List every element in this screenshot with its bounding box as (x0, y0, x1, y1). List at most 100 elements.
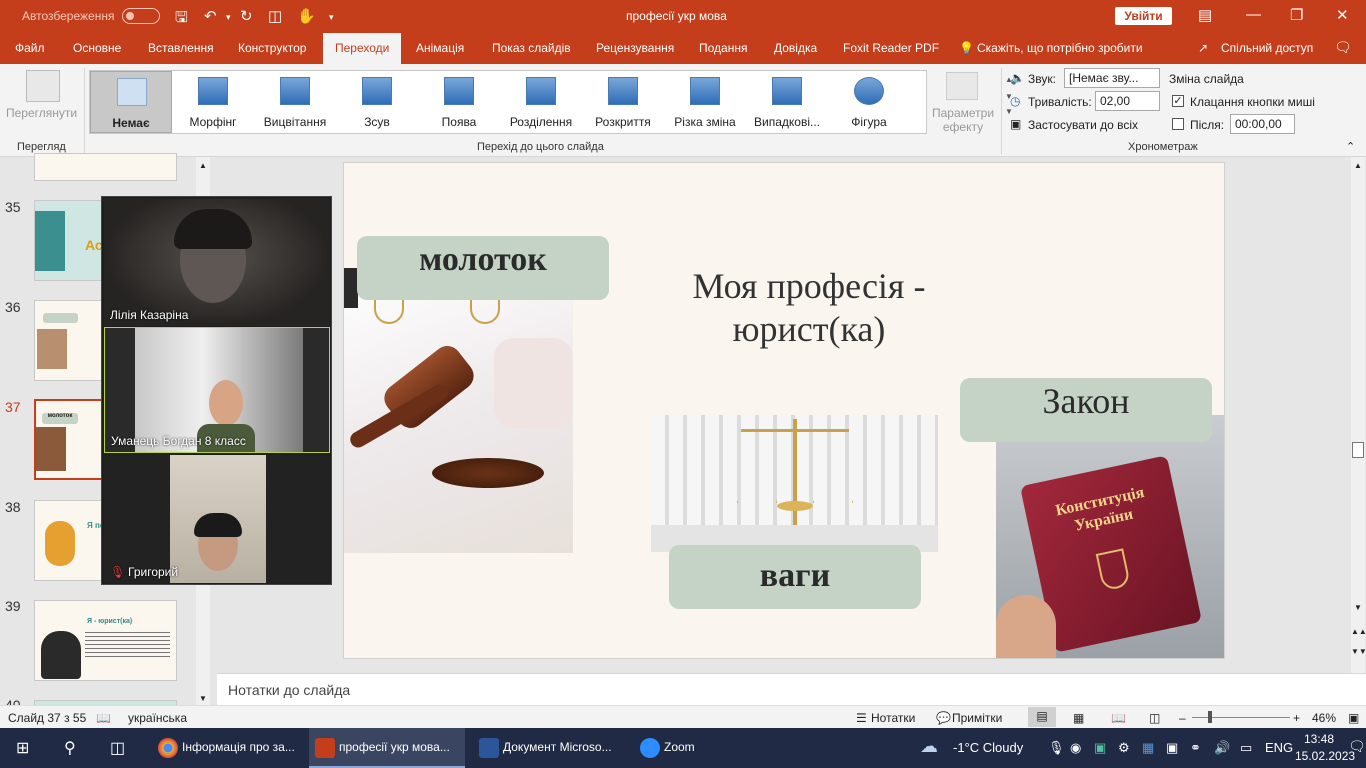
zoom-tray-icon[interactable]: ◉ (1070, 740, 1081, 756)
preview-icon[interactable] (26, 70, 60, 102)
label-law[interactable]: Закон (960, 378, 1212, 442)
notes-pane[interactable]: Нотатки до слайда (217, 673, 1366, 705)
tab-design[interactable]: Конструктор (238, 41, 306, 55)
duration-input[interactable]: 02,00 (1095, 91, 1160, 111)
spellcheck-icon[interactable]: 📖 (96, 711, 111, 725)
notes-placeholder[interactable]: Нотатки до слайда (228, 682, 350, 698)
sound-select[interactable]: [Немає зву... (1064, 68, 1160, 88)
ribbon-display-icon[interactable]: ▤ (1198, 6, 1212, 24)
present-icon[interactable]: ◫ (268, 7, 282, 25)
zoom-video-panel[interactable]: Лілія Казаріна Уманець Богдан 8 класс 🎙 … (101, 196, 332, 585)
zoom-slider[interactable] (1192, 717, 1290, 718)
transition-random-bars[interactable]: Випадкові... (746, 71, 828, 133)
video-tile-2-active[interactable]: Уманець Богдан 8 класс (104, 327, 330, 453)
tab-foxit[interactable]: Foxit Reader PDF (843, 41, 939, 55)
transition-wipe[interactable]: Поява (418, 71, 500, 133)
app-tray-icon-2[interactable]: ▦ (1142, 740, 1154, 756)
collapse-ribbon-icon[interactable]: ⌃ (1346, 140, 1355, 153)
fit-to-window-icon[interactable]: ▣ (1348, 711, 1359, 725)
transition-fade[interactable]: Вицвітання (254, 71, 336, 133)
taskbar-app-chrome[interactable]: Інформація про за... (152, 728, 302, 768)
volume-icon[interactable]: 🔊 (1214, 740, 1230, 756)
thumbnail-34[interactable] (34, 153, 177, 181)
save-icon[interactable]: 🖫 (175, 7, 188, 32)
zoom-percentage[interactable]: 46% (1312, 711, 1336, 725)
slideshow-icon[interactable]: ◫ (1149, 711, 1160, 725)
label-scales[interactable]: ваги (669, 545, 921, 609)
preview-button[interactable]: Переглянути (6, 106, 77, 120)
zoom-in-icon[interactable]: + (1293, 711, 1300, 725)
tell-me-search[interactable]: Скажіть, що потрібно зробити (977, 41, 1143, 55)
tab-view[interactable]: Подання (699, 41, 747, 55)
scales-photo[interactable] (651, 415, 938, 552)
label-hammer[interactable]: молоток (357, 236, 609, 300)
gavel-photo[interactable] (344, 268, 573, 553)
language-indicator[interactable]: українська (128, 711, 187, 725)
taskbar-app-zoom[interactable]: Zoom (634, 728, 714, 768)
signin-button[interactable]: Увійти (1115, 7, 1172, 25)
tab-animations[interactable]: Анімація (416, 41, 464, 55)
close-icon[interactable]: ✕ (1336, 6, 1349, 24)
tab-transitions[interactable]: Переходи (323, 33, 402, 64)
search-icon[interactable]: ⚲ (64, 738, 76, 758)
video-tile-1[interactable]: Лілія Казаріна (104, 199, 330, 326)
notes-button[interactable]: Нотатки (871, 711, 915, 725)
transition-none[interactable]: Немає (90, 71, 172, 133)
transition-cut[interactable]: Різка зміна (664, 71, 746, 133)
slide-title[interactable]: Моя професія - юрист(ка) (674, 265, 944, 351)
tab-review[interactable]: Рецензування (596, 41, 674, 55)
weather-text[interactable]: -1°C Cloudy (953, 740, 1023, 755)
notes-icon[interactable]: ☰ (856, 711, 867, 725)
editor-scrollbar[interactable]: ▲ ▼ ▲▲ ▼▼ (1351, 157, 1366, 673)
tab-insert[interactable]: Вставлення (148, 41, 214, 55)
autosave-toggle[interactable] (122, 8, 160, 24)
transition-shape[interactable]: Фігура (828, 71, 910, 133)
tab-home[interactable]: Основне (73, 41, 121, 55)
tab-help[interactable]: Довідка (774, 41, 817, 55)
app-tray-icon[interactable]: ▣ (1094, 740, 1106, 756)
comments-button[interactable]: Примітки (952, 711, 1002, 725)
task-view-icon[interactable]: ◫ (110, 738, 125, 758)
thumbnail-39[interactable]: Я - юрист(ка) (34, 600, 177, 681)
transition-reveal[interactable]: Розкриття (582, 71, 664, 133)
transition-morph[interactable]: Морфінг (172, 71, 254, 133)
touch-mode-icon[interactable]: ✋ (297, 7, 316, 25)
clock-date[interactable]: 15.02.2023 (1295, 749, 1355, 763)
transition-split[interactable]: Розділення (500, 71, 582, 133)
slide-canvas[interactable]: Конституція України молоток Закон ваги М… (343, 162, 1225, 659)
minimize-icon[interactable]: — (1246, 6, 1261, 23)
comments-small-icon[interactable]: 💬 (936, 711, 951, 725)
share-icon[interactable]: ↗ (1198, 41, 1208, 55)
keyboard-language[interactable]: ENG (1265, 740, 1293, 755)
wifi-icon[interactable]: ⚭ (1190, 740, 1201, 756)
on-click-checkbox[interactable]: ✓ (1172, 95, 1184, 107)
undo-dropdown-icon[interactable]: ▾ (226, 12, 231, 23)
windows-start-icon[interactable]: ⊞ (16, 738, 29, 758)
video-tile-3[interactable]: 🎙 Григорий (104, 455, 330, 583)
after-input[interactable]: 00:00,00 (1230, 114, 1295, 134)
transition-push[interactable]: Зсув (336, 71, 418, 133)
reading-view-icon[interactable]: 📖 (1111, 711, 1126, 725)
customize-qat-icon[interactable]: ▾ (329, 12, 334, 23)
clock-time[interactable]: 13:48 (1304, 732, 1334, 746)
taskbar-app-powerpoint[interactable]: професії укр мова... (309, 728, 465, 768)
apply-all-button[interactable]: Застосувати до всіх (1028, 118, 1138, 132)
undo-icon[interactable]: ↶ (204, 7, 217, 25)
slide-sorter-icon[interactable]: ▦ (1073, 711, 1084, 725)
effect-options-icon[interactable] (946, 72, 978, 100)
after-checkbox[interactable] (1172, 118, 1184, 130)
zoom-slider-thumb[interactable] (1208, 711, 1212, 723)
battery-icon[interactable]: ▭ (1240, 740, 1252, 756)
tab-slideshow[interactable]: Показ слайдів (492, 41, 571, 55)
constitution-photo[interactable]: Конституція України (996, 415, 1224, 658)
zoom-out-icon[interactable]: – (1179, 711, 1186, 725)
restore-icon[interactable]: ❐ (1290, 6, 1303, 24)
comments-icon[interactable]: 🗨 (1334, 39, 1352, 56)
usb-icon[interactable]: ⚙ (1118, 740, 1130, 756)
normal-view-icon[interactable]: ▤ (1028, 707, 1056, 727)
notifications-icon[interactable]: 🗨 (1348, 738, 1366, 755)
microphone-icon[interactable]: 🎙 (1048, 740, 1065, 756)
network-tray-icon[interactable]: ▣ (1166, 740, 1178, 756)
taskbar-app-word[interactable]: Документ Microso... (473, 728, 623, 768)
redo-icon[interactable]: ↻ (240, 7, 253, 25)
